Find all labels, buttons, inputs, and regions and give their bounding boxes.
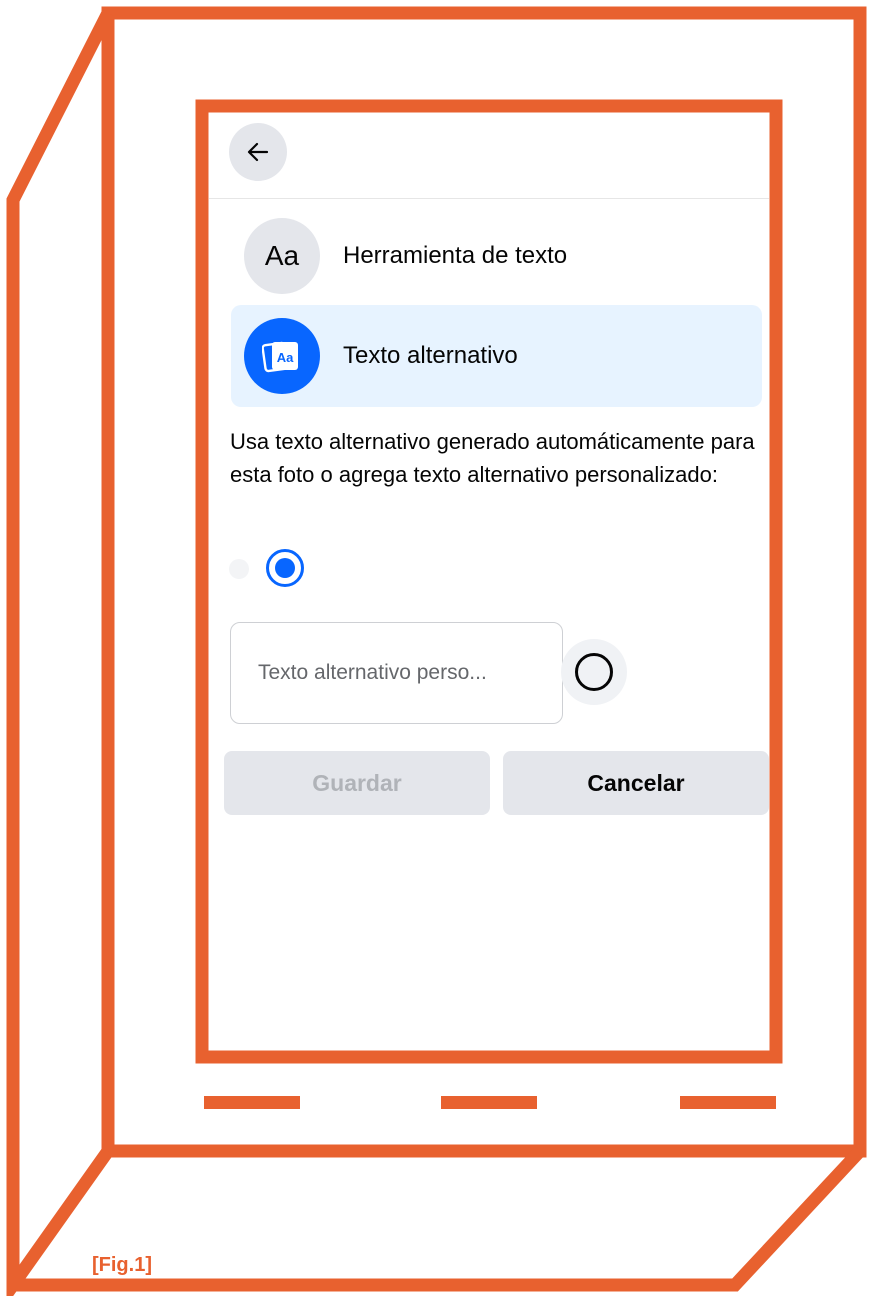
alt-text-panel: Aa Herramienta de texto Aa Texto alterna…: [209, 113, 769, 1050]
text-tool-icon-glyph: Aa: [264, 240, 300, 271]
text-tool-icon: Aa: [244, 218, 320, 294]
custom-alt-text-input[interactable]: [230, 622, 563, 724]
top-bar: [209, 113, 769, 199]
outer-frame-left-side: [6, 10, 114, 1296]
frame-dash-right: [680, 1096, 776, 1109]
menu-item-label: Texto alternativo: [343, 342, 518, 369]
alt-text-card-icon-text: Aa: [277, 350, 294, 365]
radio-unselected-circle: [575, 653, 613, 691]
arrow-left-icon: [247, 142, 269, 162]
radio-auto-indicator: [229, 559, 249, 579]
save-button[interactable]: Guardar: [224, 751, 490, 815]
radio-custom-alt-text[interactable]: [561, 639, 627, 705]
menu-item-label: Herramienta de texto: [343, 242, 568, 269]
radio-auto-generated[interactable]: [266, 549, 304, 587]
radio-selected-dot: [275, 558, 295, 578]
alt-text-card-glyph: Aa: [262, 341, 298, 373]
frame-dash-middle: [441, 1096, 537, 1109]
figure-label: [Fig.1]: [92, 1254, 152, 1276]
menu-item-alt-text[interactable]: Aa Texto alternativo: [231, 305, 762, 407]
cancel-button[interactable]: Cancelar: [503, 751, 769, 815]
alt-text-card-icon: Aa: [244, 318, 320, 394]
alt-text-description: Usa texto alternativo generado automátic…: [230, 429, 755, 487]
frame-dash-left: [204, 1096, 300, 1109]
back-button[interactable]: [229, 123, 287, 181]
menu-item-text-tool[interactable]: Aa Herramienta de texto: [231, 205, 762, 307]
